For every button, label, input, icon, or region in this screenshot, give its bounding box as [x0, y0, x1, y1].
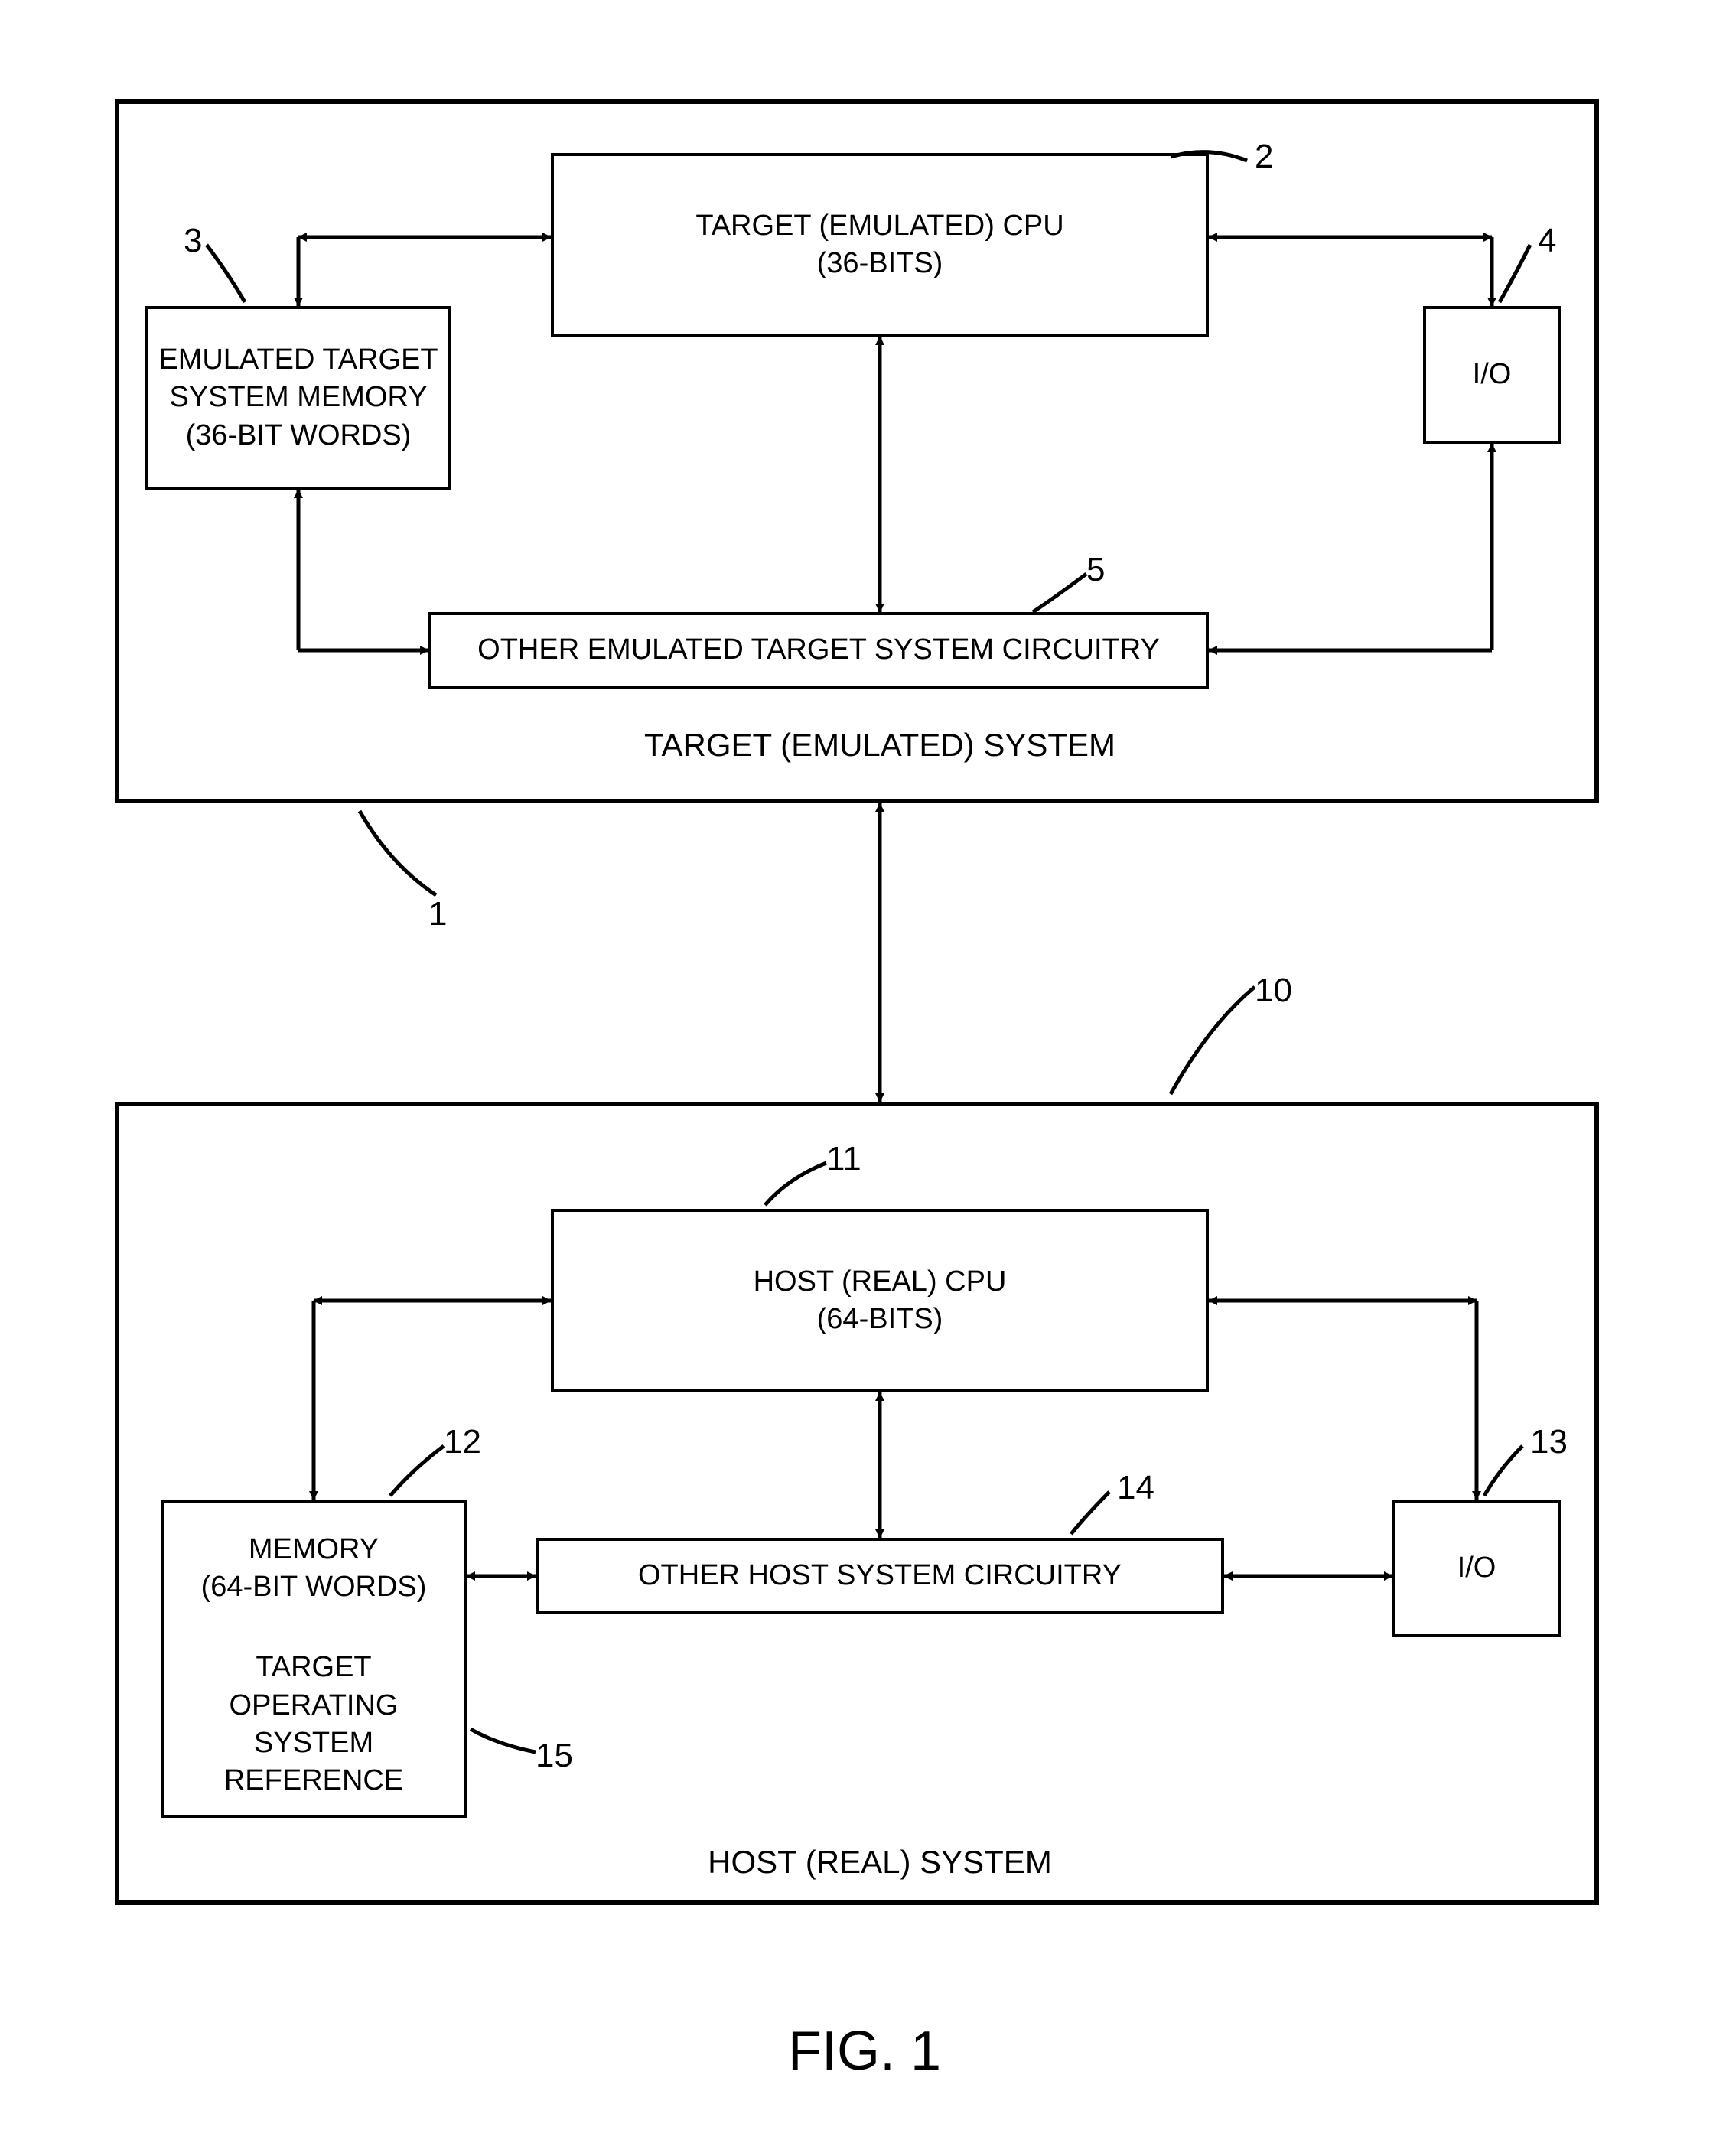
host-io-label: I/O [1457, 1549, 1496, 1587]
ref-10: 10 [1255, 972, 1292, 1010]
ref-12: 12 [444, 1423, 481, 1461]
host-system-title: HOST (REAL) SYSTEM [551, 1844, 1209, 1881]
ref-14: 14 [1117, 1469, 1154, 1507]
target-other-label: OTHER EMULATED TARGET SYSTEM CIRCUITRY [477, 631, 1160, 669]
target-osref-line1: TARGET [256, 1649, 371, 1686]
host-memory-line2: (64-BIT WORDS) [201, 1568, 427, 1606]
target-memory-line1: EMULATED TARGET [158, 341, 438, 379]
ref-11: 11 [826, 1140, 861, 1178]
target-memory-box: EMULATED TARGET SYSTEM MEMORY (36-BIT WO… [145, 306, 451, 490]
target-osref-box: TARGET OPERATING SYSTEM REFERENCE [161, 1634, 467, 1818]
target-cpu-line1: TARGET (EMULATED) CPU [695, 207, 1063, 245]
target-cpu-box: TARGET (EMULATED) CPU (36-BITS) [551, 153, 1209, 337]
host-memory-line1: MEMORY [249, 1531, 379, 1568]
target-other-box: OTHER EMULATED TARGET SYSTEM CIRCUITRY [428, 612, 1209, 689]
host-memory-box: MEMORY (64-BIT WORDS) [161, 1500, 467, 1637]
ref-4: 4 [1538, 222, 1556, 260]
host-other-label: OTHER HOST SYSTEM CIRCUITRY [638, 1557, 1122, 1594]
target-memory-line3: (36-BIT WORDS) [186, 417, 412, 454]
target-memory-line2: SYSTEM MEMORY [169, 379, 427, 416]
target-osref-line2: OPERATING [230, 1687, 399, 1724]
ref-3: 3 [184, 222, 202, 260]
target-cpu-line2: (36-BITS) [817, 245, 943, 282]
target-io-box: I/O [1423, 306, 1561, 444]
target-system-title: TARGET (EMULATED) SYSTEM [551, 727, 1209, 764]
ref-13: 13 [1530, 1423, 1568, 1461]
target-osref-line4: REFERENCE [224, 1762, 403, 1799]
host-io-box: I/O [1392, 1500, 1561, 1637]
ref-1: 1 [428, 895, 447, 933]
figure-label: FIG. 1 [734, 2020, 995, 2083]
ref-2: 2 [1255, 138, 1273, 176]
target-io-label: I/O [1473, 356, 1512, 393]
host-cpu-line1: HOST (REAL) CPU [754, 1263, 1007, 1301]
host-cpu-box: HOST (REAL) CPU (64-BITS) [551, 1209, 1209, 1392]
host-other-box: OTHER HOST SYSTEM CIRCUITRY [536, 1538, 1224, 1614]
ref-15: 15 [536, 1737, 573, 1775]
target-osref-line3: SYSTEM [254, 1724, 373, 1762]
host-cpu-line2: (64-BITS) [817, 1301, 943, 1338]
ref-5: 5 [1086, 551, 1105, 589]
